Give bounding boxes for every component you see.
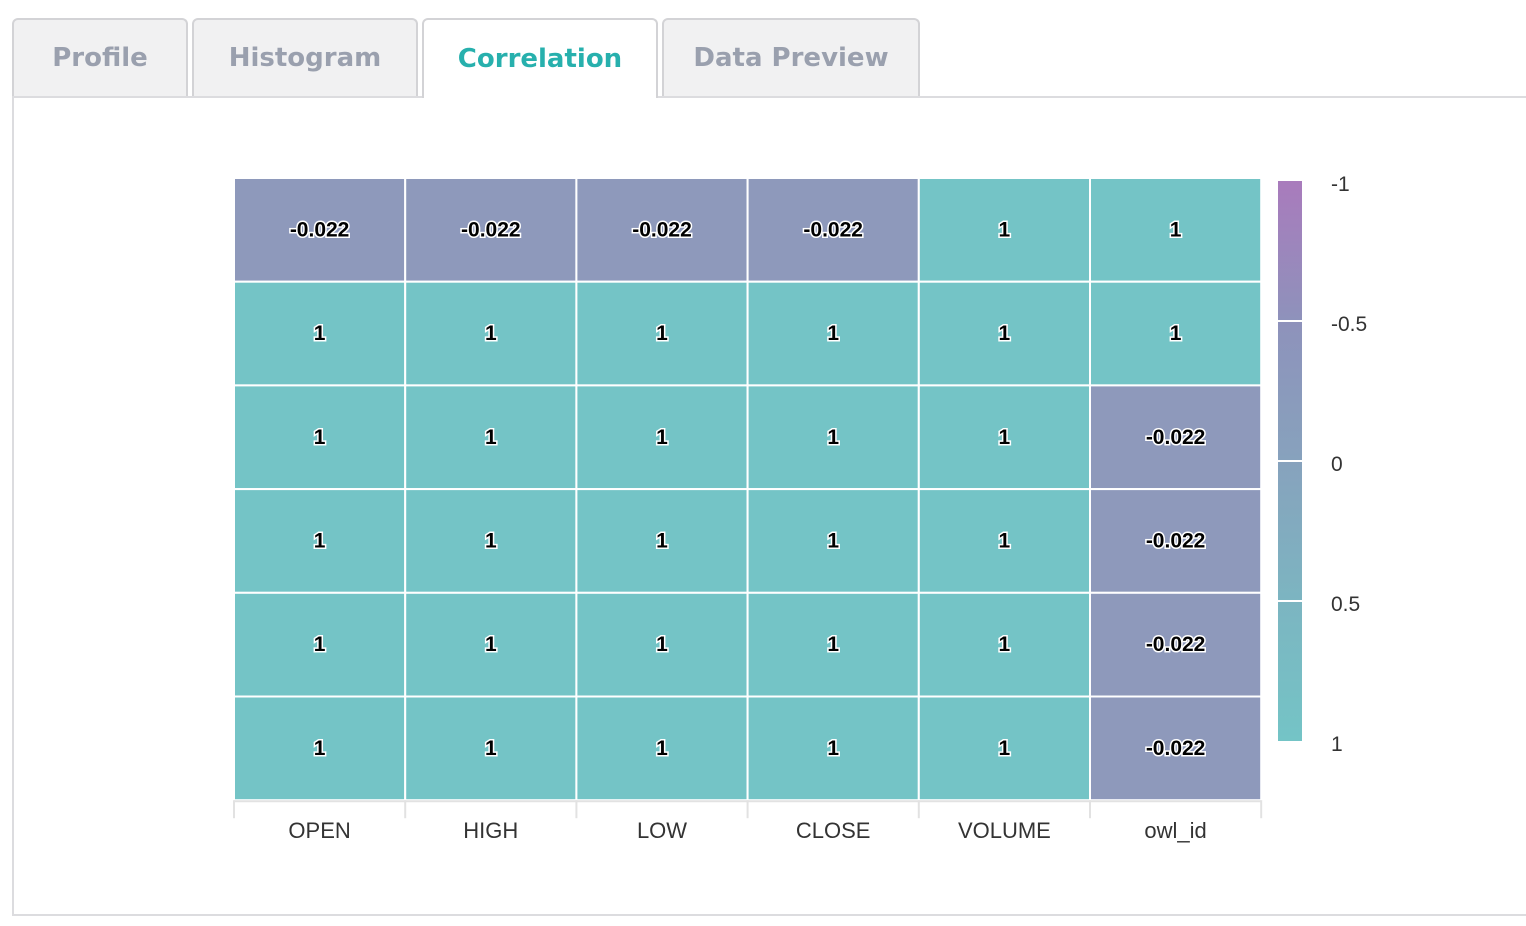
cell-value-label: 1	[999, 737, 1011, 760]
cell-value-label: 1	[314, 737, 326, 760]
cell-value-label: -0.022	[1146, 529, 1206, 552]
cell-value-label: 1	[656, 529, 668, 552]
x-tick-label: VOLUME	[958, 818, 1051, 843]
cell-value-label: 1	[656, 322, 668, 345]
cell-value-label: 1	[314, 529, 326, 552]
cell-value-label: -0.022	[1146, 737, 1206, 760]
cell-value-label: 1	[485, 426, 497, 449]
color-scale-label: -1	[1331, 173, 1350, 196]
cell-value-label: -0.022	[461, 218, 521, 241]
cell-value-label: 1	[827, 633, 839, 656]
cell-value-label: 1	[827, 426, 839, 449]
cell-value-label: 1	[656, 633, 668, 656]
cell-value-label: -0.022	[1146, 633, 1206, 656]
x-tick-label: owl_id	[1144, 818, 1206, 843]
cell-value-label: 1	[999, 633, 1011, 656]
cell-value-label: -0.022	[1146, 426, 1206, 449]
cell-value-label: 1	[1170, 322, 1182, 345]
cell-value-label: 1	[827, 322, 839, 345]
x-tick-label: OPEN	[288, 818, 350, 843]
tab-correlation[interactable]: Correlation	[422, 18, 658, 98]
x-tick-label: CLOSE	[796, 818, 871, 843]
cell-value-label: 1	[485, 737, 497, 760]
cell-value-label: 1	[656, 426, 668, 449]
cell-value-label: 1	[999, 322, 1011, 345]
cell-value-label: -0.022	[632, 218, 692, 241]
x-tick-label: LOW	[637, 818, 687, 843]
cell-value-label: 1	[485, 322, 497, 345]
cell-value-label: 1	[314, 633, 326, 656]
cell-value-label: 1	[999, 218, 1011, 241]
cell-value-label: 1	[999, 529, 1011, 552]
color-scale-segment	[1278, 321, 1302, 461]
cell-value-label: 1	[485, 633, 497, 656]
cell-value-label: 1	[827, 737, 839, 760]
color-scale-segment	[1278, 181, 1302, 321]
correlation-heatmap: -0.022 -0.022 -0.022 -0.022 1 1 1 1 1 1 1 1 1 1 1 1 1 -0.…	[233, 173, 1367, 843]
cell-value-label: 1	[827, 529, 839, 552]
cell-value-label: -0.022	[803, 218, 863, 241]
cell-value-label: 1	[314, 426, 326, 449]
cell-value-label: 1	[314, 322, 326, 345]
cell-value-label: -0.022	[290, 218, 350, 241]
x-tick-label: HIGH	[463, 818, 518, 843]
cell-value-label: 1	[656, 737, 668, 760]
color-scale-label: 0	[1331, 453, 1343, 476]
color-scale-label: -0.5	[1331, 313, 1367, 336]
color-scale-segment	[1278, 461, 1302, 601]
color-scale-label: 0.5	[1331, 593, 1360, 616]
cell-value-label: 1	[1170, 218, 1182, 241]
color-scale-segment	[1278, 601, 1302, 741]
color-scale-label: 1	[1331, 733, 1343, 756]
cell-value-label: 1	[999, 426, 1011, 449]
cell-value-label: 1	[485, 529, 497, 552]
